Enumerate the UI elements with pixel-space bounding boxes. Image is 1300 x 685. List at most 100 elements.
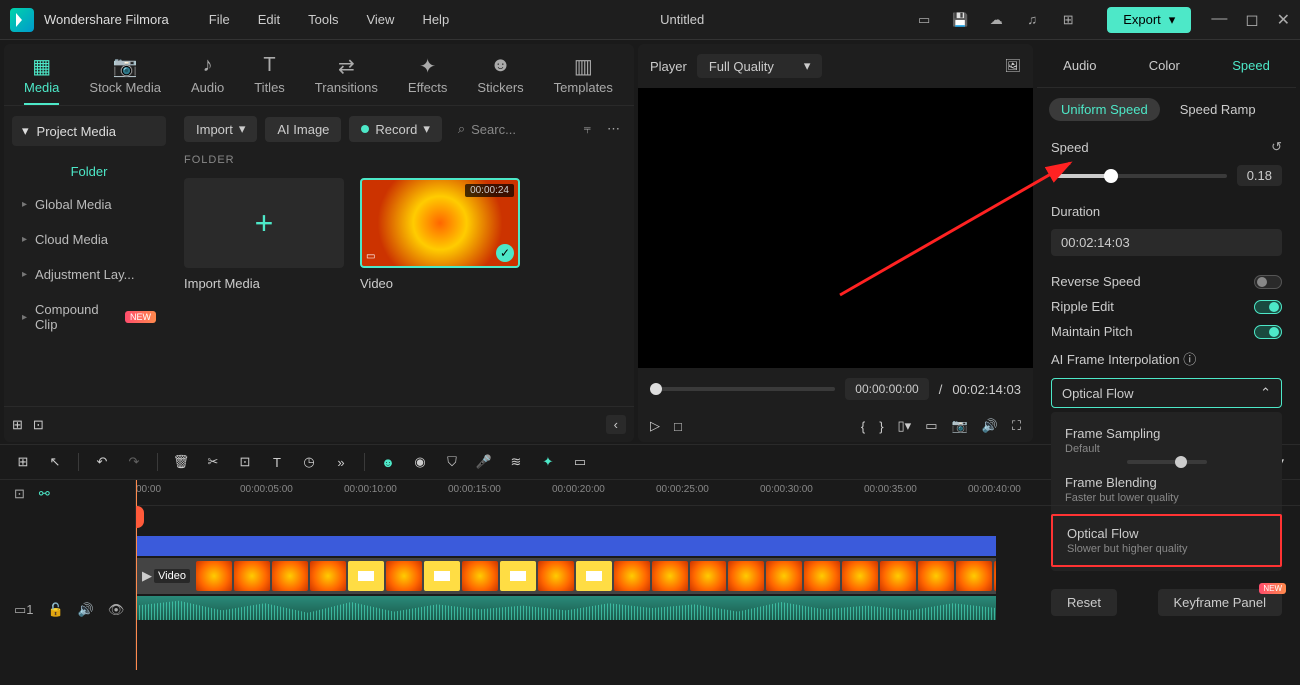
mic-icon[interactable]: 🎤 xyxy=(475,454,493,470)
more-tools-icon[interactable]: » xyxy=(332,455,350,470)
speed-slider[interactable] xyxy=(1051,174,1227,178)
cut-icon[interactable]: ✂ xyxy=(204,454,222,470)
sidebar-item-compound[interactable]: ▸Compound ClipNEW xyxy=(12,292,166,342)
volume-icon[interactable]: 🔊 xyxy=(982,418,998,434)
headphones-icon[interactable]: ♫ xyxy=(1023,11,1041,29)
record-button[interactable]: Record▾ xyxy=(349,116,441,142)
sidebar-item-cloud[interactable]: ▸Cloud Media xyxy=(12,222,166,257)
import-button[interactable]: Import▾ xyxy=(184,116,257,142)
pointer-icon[interactable]: ↖ xyxy=(46,454,64,470)
reset-speed-icon[interactable]: ↺ xyxy=(1271,139,1282,155)
camera-icon[interactable]: 📷 xyxy=(952,418,968,434)
tab-stickers[interactable]: ☻Stickers xyxy=(477,54,523,105)
add-folder-icon[interactable]: ⊞ xyxy=(12,417,23,433)
audio-track-clip[interactable] xyxy=(136,596,996,620)
video-track-clip[interactable]: ▶ Video xyxy=(136,558,996,594)
face-icon[interactable]: ☻ xyxy=(379,455,397,470)
tab-media[interactable]: ▦Media xyxy=(24,54,59,105)
tab-effects[interactable]: ✦Effects xyxy=(408,54,448,105)
text-icon[interactable]: T xyxy=(268,455,286,470)
shield-icon[interactable]: ⛉ xyxy=(443,454,461,470)
delete-icon[interactable]: 🗑 xyxy=(172,454,190,470)
audio-tool-icon[interactable]: ≋ xyxy=(507,454,525,470)
sidebar-item-adjustment[interactable]: ▸Adjustment Lay... xyxy=(12,257,166,292)
timeline-tracks-area[interactable]: 00:00 00:00:05:00 00:00:10:00 00:00:15:0… xyxy=(136,480,1300,670)
track-header-bar[interactable] xyxy=(136,536,996,556)
undo-icon[interactable]: ↶ xyxy=(93,454,111,470)
menu-help[interactable]: Help xyxy=(422,12,449,27)
dd-frame-sampling[interactable]: Frame Sampling Default xyxy=(1051,416,1282,465)
playhead-handle[interactable] xyxy=(136,506,144,528)
ai-image-button[interactable]: AI Image xyxy=(265,117,341,142)
seek-slider[interactable] xyxy=(650,387,835,391)
marker-tool-icon[interactable]: ✦ xyxy=(539,454,557,470)
display-icon[interactable]: ▭ xyxy=(925,418,937,434)
project-media-button[interactable]: ▾Project Media xyxy=(12,116,166,146)
tab-titles[interactable]: TTitles xyxy=(254,54,285,105)
tab-audio[interactable]: ♪Audio xyxy=(191,54,224,105)
track-lock-icon[interactable]: 🔓 xyxy=(48,602,64,618)
menu-edit[interactable]: Edit xyxy=(258,12,280,27)
folder-label[interactable]: Folder xyxy=(12,156,166,187)
more-icon[interactable]: ⋯ xyxy=(603,117,624,141)
speed-value[interactable]: 0.18 xyxy=(1237,165,1282,186)
tab-transitions[interactable]: ⇄Transitions xyxy=(315,54,378,105)
screen-icon[interactable]: ▭ xyxy=(915,11,933,29)
maximize-button[interactable]: ◻ xyxy=(1245,10,1258,30)
crop-icon[interactable]: ⊡ xyxy=(236,454,254,470)
play-icon[interactable]: ▷ xyxy=(650,418,660,434)
quality-select[interactable]: Full Quality▾ xyxy=(697,54,823,78)
timeline-link-icon[interactable]: ⊡ xyxy=(14,486,25,502)
close-button[interactable]: ✕ xyxy=(1277,10,1290,30)
sidebar-item-global[interactable]: ▸Global Media xyxy=(12,187,166,222)
tab-speed-prop[interactable]: Speed xyxy=(1232,54,1270,77)
track-visible-icon[interactable]: 👁 xyxy=(108,602,125,618)
menu-tools[interactable]: Tools xyxy=(308,12,338,27)
preview-viewport[interactable] xyxy=(638,88,1033,368)
mark-in-icon[interactable]: { xyxy=(861,419,865,434)
zoom-thumb[interactable] xyxy=(1175,456,1187,468)
duration-input[interactable]: 00:02:14:03 xyxy=(1051,229,1282,256)
menu-view[interactable]: View xyxy=(366,12,394,27)
speed-dial-icon[interactable]: ◷ xyxy=(300,454,318,470)
filter-icon[interactable]: ⫧ xyxy=(580,117,595,141)
color-icon[interactable]: ◉ xyxy=(411,454,429,470)
ratio-icon[interactable]: ▯▾ xyxy=(898,418,912,434)
snapshot-icon[interactable]: 🖼 xyxy=(1004,58,1021,74)
keyframe-icon[interactable]: ▭ xyxy=(571,454,589,470)
ripple-toggle[interactable] xyxy=(1254,300,1282,314)
track-mute-icon[interactable]: 🔊 xyxy=(78,602,94,618)
interp-select[interactable]: Optical Flow ⌃ xyxy=(1051,378,1282,408)
timeline-chain-icon[interactable]: ⚯ xyxy=(39,486,50,502)
import-media-card[interactable]: + Import Media xyxy=(184,178,344,291)
subtab-uniform[interactable]: Uniform Speed xyxy=(1049,98,1160,121)
search-input[interactable]: ⌕Searc... xyxy=(450,117,572,141)
help-icon[interactable]: ⓘ xyxy=(1183,352,1196,367)
collapse-icon[interactable]: ‹ xyxy=(606,415,626,434)
save-icon[interactable]: 💾 xyxy=(951,11,969,29)
video-card[interactable]: 00:00:24 ▭ ✓ Video xyxy=(360,178,520,291)
apps-icon[interactable]: ⊞ xyxy=(1059,11,1077,29)
minimize-button[interactable]: — xyxy=(1211,10,1227,30)
track-video-icon[interactable]: ▭1 xyxy=(14,602,34,618)
reverse-toggle[interactable] xyxy=(1254,275,1282,289)
stop-icon[interactable]: □ xyxy=(674,419,682,434)
tab-audio-prop[interactable]: Audio xyxy=(1063,54,1096,77)
tab-color-prop[interactable]: Color xyxy=(1149,54,1180,77)
fullscreen-icon[interactable]: ⛶ xyxy=(1012,418,1021,434)
redo-icon[interactable]: ↷ xyxy=(125,454,143,470)
mark-out-icon[interactable]: } xyxy=(879,419,883,434)
tab-stock-media[interactable]: 📷Stock Media xyxy=(89,54,161,105)
seek-thumb[interactable] xyxy=(650,383,662,395)
add-bin-icon[interactable]: ⊡ xyxy=(33,417,44,433)
track-options-icon[interactable]: ⊞ xyxy=(14,454,32,470)
zoom-slider[interactable] xyxy=(1127,460,1207,464)
speed-thumb[interactable] xyxy=(1104,169,1118,183)
menu-file[interactable]: File xyxy=(209,12,230,27)
tab-templates[interactable]: ▥Templates xyxy=(554,54,613,105)
subtab-ramp[interactable]: Speed Ramp xyxy=(1168,98,1268,121)
timeline-ruler[interactable]: 00:00 00:00:05:00 00:00:10:00 00:00:15:0… xyxy=(136,480,1300,506)
pitch-toggle[interactable] xyxy=(1254,325,1282,339)
cloud-icon[interactable]: ☁ xyxy=(987,11,1005,29)
export-button[interactable]: Export ▾ xyxy=(1107,7,1191,33)
